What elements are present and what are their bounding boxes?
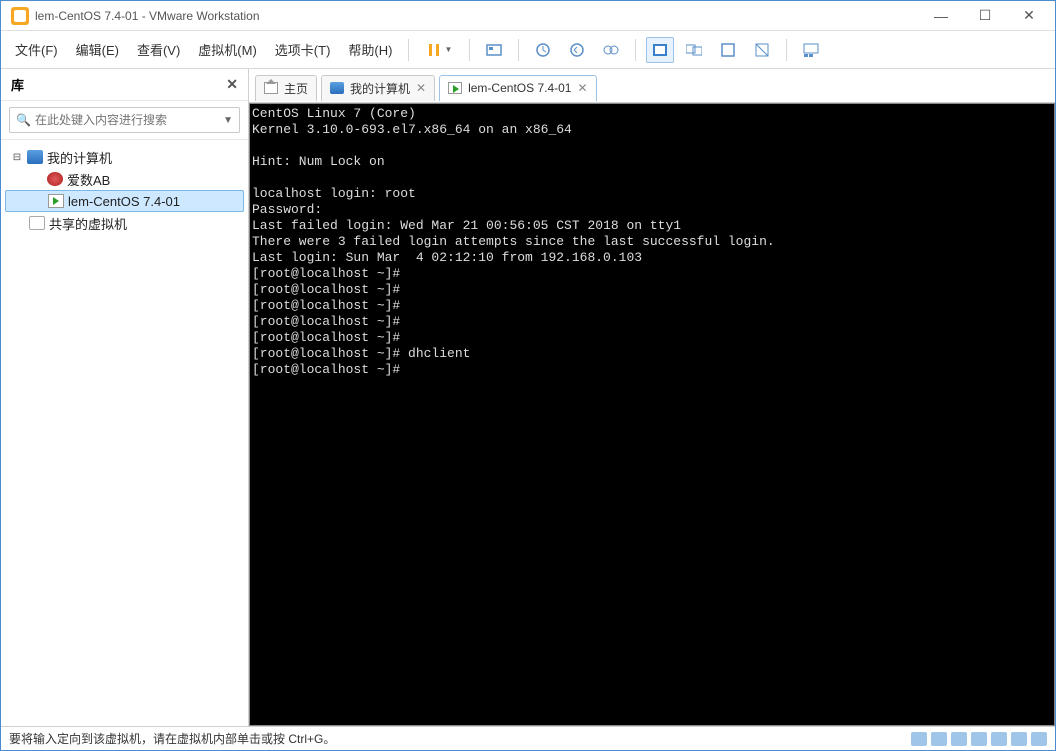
tree-label: 爱数AB: [67, 170, 110, 189]
tab-home[interactable]: 主页: [255, 75, 317, 101]
vm-running-icon: [48, 194, 64, 208]
tree-my-computer[interactable]: ⊟ 我的计算机: [5, 146, 244, 168]
shared-icon: [29, 216, 45, 230]
search-row: 🔍 ▼: [1, 101, 248, 140]
vm-running-icon: [448, 82, 462, 94]
tree-vm-aishu[interactable]: 爱数AB: [5, 168, 244, 190]
search-icon: 🔍: [16, 113, 31, 127]
sound-icon[interactable]: [991, 732, 1007, 746]
tree-label: 共享的虚拟机: [49, 214, 127, 233]
library-sidebar: 库 ✕ 🔍 ▼ ⊟ 我的计算机 爱数AB: [1, 69, 249, 726]
show-console-button[interactable]: [646, 37, 674, 63]
vm-console[interactable]: CentOS Linux 7 (Core) Kernel 3.10.0-693.…: [249, 103, 1055, 726]
computer-icon: [27, 150, 43, 164]
tab-strip: 主页 我的计算机 ✕ lem-CentOS 7.4-01 ✕: [249, 69, 1055, 103]
tree-shared-vms[interactable]: 共享的虚拟机: [5, 212, 244, 234]
window-title: lem-CentOS 7.4-01 - VMware Workstation: [35, 9, 260, 23]
library-title: 库: [11, 75, 24, 94]
maximize-button[interactable]: ☐: [963, 2, 1007, 30]
minimize-button[interactable]: —: [919, 2, 963, 30]
cdrom-icon[interactable]: [931, 732, 947, 746]
pause-button[interactable]: ▼: [419, 37, 459, 63]
tab-label: lem-CentOS 7.4-01: [468, 81, 571, 95]
statusbar: 要将输入定向到该虚拟机，请在虚拟机内部单击或按 Ctrl+G。: [1, 726, 1055, 750]
search-input[interactable]: [35, 113, 219, 127]
vm-off-icon: [47, 172, 63, 186]
snapshot-button[interactable]: [529, 37, 557, 63]
usb-icon[interactable]: [971, 732, 987, 746]
multimonitor-button[interactable]: [680, 37, 708, 63]
unity-button[interactable]: [748, 37, 776, 63]
network-icon[interactable]: [951, 732, 967, 746]
printer-icon[interactable]: [1011, 732, 1027, 746]
close-tab-button[interactable]: ✕: [577, 81, 587, 95]
menubar: 文件(F) 编辑(E) 查看(V) 虚拟机(M) 选项卡(T) 帮助(H) ▼: [1, 31, 1055, 69]
close-button[interactable]: ✕: [1007, 2, 1051, 30]
tree-vm-centos[interactable]: lem-CentOS 7.4-01: [5, 190, 244, 212]
home-icon: [264, 82, 278, 94]
menu-edit[interactable]: 编辑(E): [68, 36, 127, 63]
tab-label: 我的计算机: [350, 80, 410, 97]
revert-snapshot-button[interactable]: [563, 37, 591, 63]
search-dropdown-icon[interactable]: ▼: [223, 115, 233, 126]
tab-label: 主页: [284, 80, 308, 97]
send-ctrl-alt-del-button[interactable]: [480, 37, 508, 63]
main-area: 主页 我的计算机 ✕ lem-CentOS 7.4-01 ✕ CentOS Li…: [249, 69, 1055, 726]
manage-snapshots-button[interactable]: [597, 37, 625, 63]
fullscreen-button[interactable]: [714, 37, 742, 63]
expand-icon[interactable]: ⊟: [11, 152, 23, 163]
display-icon[interactable]: [1031, 732, 1047, 746]
tab-centos[interactable]: lem-CentOS 7.4-01 ✕: [439, 75, 596, 101]
menu-help[interactable]: 帮助(H): [340, 36, 400, 63]
thumbnail-bar-button[interactable]: [797, 37, 825, 63]
menu-file[interactable]: 文件(F): [7, 36, 66, 63]
menu-tabs[interactable]: 选项卡(T): [267, 36, 339, 63]
disk-icon[interactable]: [911, 732, 927, 746]
close-library-button[interactable]: ✕: [226, 76, 238, 93]
tree-label: lem-CentOS 7.4-01: [68, 194, 180, 209]
vmware-window: lem-CentOS 7.4-01 - VMware Workstation —…: [0, 0, 1056, 751]
titlebar: lem-CentOS 7.4-01 - VMware Workstation —…: [1, 1, 1055, 31]
close-tab-button[interactable]: ✕: [416, 81, 426, 95]
tree-label: 我的计算机: [47, 148, 112, 167]
app-icon: [11, 7, 29, 25]
tab-my-computer[interactable]: 我的计算机 ✕: [321, 75, 435, 101]
search-box[interactable]: 🔍 ▼: [9, 107, 240, 133]
menu-view[interactable]: 查看(V): [129, 36, 188, 63]
body-area: 库 ✕ 🔍 ▼ ⊟ 我的计算机 爱数AB: [1, 69, 1055, 726]
computer-icon: [330, 82, 344, 94]
status-hint: 要将输入定向到该虚拟机，请在虚拟机内部单击或按 Ctrl+G。: [9, 730, 335, 747]
library-header: 库 ✕: [1, 69, 248, 101]
library-tree: ⊟ 我的计算机 爱数AB lem-CentOS 7.4-01 共享的虚拟机: [1, 140, 248, 240]
menu-vm[interactable]: 虚拟机(M): [190, 36, 265, 63]
